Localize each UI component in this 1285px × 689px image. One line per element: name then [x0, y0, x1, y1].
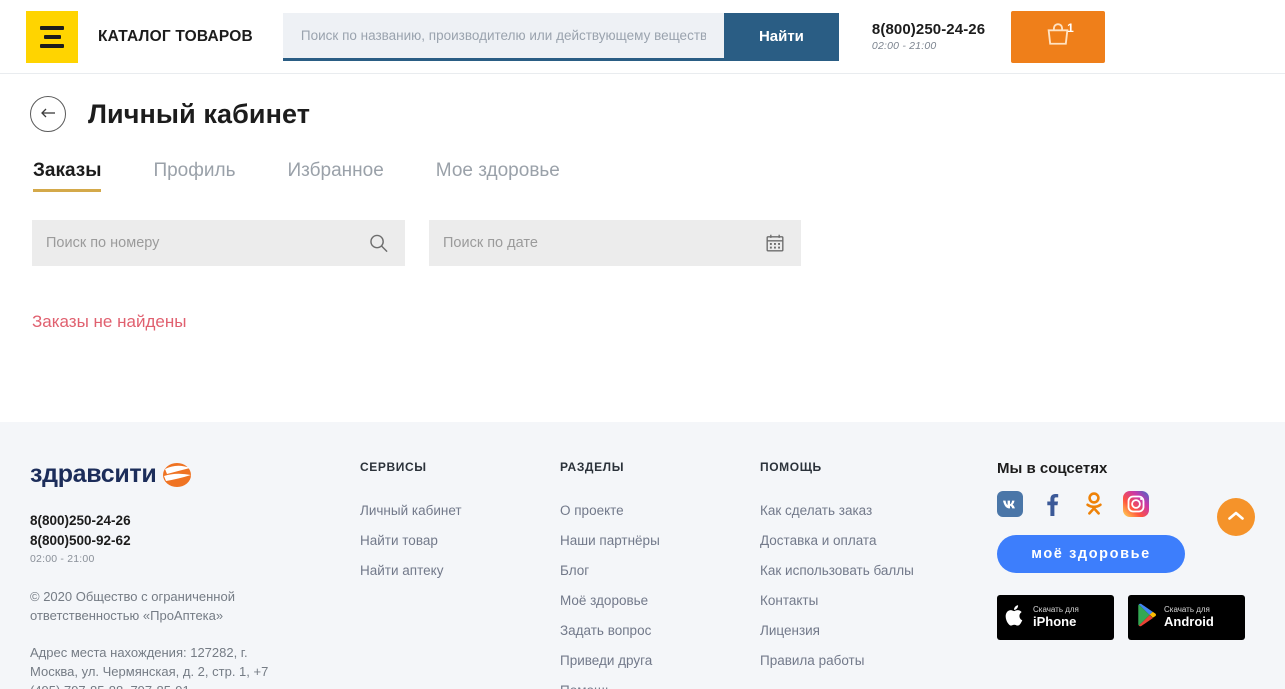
footer-phone-2[interactable]: 8(800)500-92-62 — [30, 531, 360, 551]
footer-link-help[interactable]: Помощь — [560, 676, 760, 689]
download-iphone-button[interactable]: Скачать для iPhone — [997, 595, 1114, 640]
footer-link-use-points[interactable]: Как использовать баллы — [760, 556, 985, 586]
calendar-icon[interactable] — [765, 233, 785, 253]
google-play-icon — [1136, 603, 1157, 632]
footer-link-rules[interactable]: Правила работы — [760, 646, 985, 676]
footer-column-help: ПОМОЩЬ Как сделать заказ Доставка и опла… — [760, 460, 985, 689]
catalog-label[interactable]: КАТАЛОГ ТОВАРОВ — [98, 28, 253, 46]
footer-hours: 02:00 - 21:00 — [30, 553, 95, 565]
back-button[interactable] — [30, 96, 66, 132]
search-icon[interactable] — [368, 233, 389, 254]
footer-heading-sections: РАЗДЕЛЫ — [560, 460, 625, 474]
cart-count-badge: 1 — [1067, 20, 1074, 35]
footer-column-services: СЕРВИСЫ Личный кабинет Найти товар Найти… — [360, 460, 560, 689]
footer-link-license[interactable]: Лицензия — [760, 616, 985, 646]
footer-link-delivery-payment[interactable]: Доставка и оплата — [760, 526, 985, 556]
site-header: КАТАЛОГ ТОВАРОВ Найти 8(800)250-24-26 02… — [0, 0, 1285, 74]
footer-social-column: Мы в соцсетях моё здоровье Скачать для i… — [985, 460, 1255, 689]
android-badge-text: Скачать для Android — [1164, 605, 1214, 629]
site-footer: здравсити 8(800)250-24-26 8(800)500-92-6… — [0, 422, 1285, 689]
order-number-input[interactable] — [32, 220, 405, 266]
iphone-badge-main: iPhone — [1033, 613, 1077, 629]
header-phone-hours: 02:00 - 21:00 — [871, 40, 937, 52]
footer-link-blog[interactable]: Блог — [560, 556, 760, 586]
order-date-input[interactable] — [429, 220, 801, 266]
hamburger-menu-icon[interactable] — [26, 10, 78, 63]
footer-logo-text: здравсити — [30, 460, 157, 488]
scroll-to-top-button[interactable] — [1217, 498, 1255, 536]
header-phone-number[interactable]: 8(800)250-24-26 — [872, 21, 985, 38]
footer-link-find-product[interactable]: Найти товар — [360, 526, 560, 556]
footer-link-contacts[interactable]: Контакты — [760, 586, 985, 616]
footer-heading-services: СЕРВИСЫ — [360, 460, 427, 474]
footer-brand-column: здравсити 8(800)250-24-26 8(800)500-92-6… — [30, 460, 360, 689]
footer-logo[interactable]: здравсити — [30, 460, 360, 489]
my-health-button[interactable]: моё здоровье — [997, 535, 1185, 573]
page-title: Личный кабинет — [88, 98, 311, 129]
facebook-icon[interactable] — [1039, 491, 1065, 517]
search-button[interactable]: Найти — [723, 12, 839, 61]
page-header-row: Личный кабинет — [30, 74, 1255, 132]
tab-profile[interactable]: Профиль — [153, 160, 235, 192]
footer-copyright: © 2020 Общество с ограниченной ответстве… — [30, 589, 235, 623]
order-number-filter — [32, 220, 405, 266]
iphone-badge-text: Скачать для iPhone — [1033, 605, 1079, 629]
chevron-up-icon — [1227, 510, 1245, 525]
cart-button[interactable]: 1 — [1011, 10, 1106, 63]
android-badge-main: Android — [1164, 613, 1214, 629]
footer-link-partners[interactable]: Наши партнёры — [560, 526, 760, 556]
order-filters — [30, 220, 1255, 266]
footer-link-ask-question[interactable]: Задать вопрос — [560, 616, 760, 646]
account-tabs: Заказы Профиль Избранное Мое здоровье — [30, 160, 1255, 192]
download-android-button[interactable]: Скачать для Android — [1128, 595, 1245, 640]
main-content: Личный кабинет Заказы Профиль Избранное … — [0, 74, 1285, 422]
footer-link-refer-friend[interactable]: Приведи друга — [560, 646, 760, 676]
header-search: Найти — [282, 12, 839, 61]
app-store-badges: Скачать для iPhone Скачать для Android — [997, 595, 1255, 640]
search-input[interactable] — [282, 12, 724, 61]
vk-icon[interactable] — [997, 491, 1023, 517]
footer-phone-1[interactable]: 8(800)250-24-26 — [30, 511, 360, 531]
empty-orders-message: Заказы не найдены — [32, 312, 187, 331]
footer-link-about[interactable]: О проекте — [560, 496, 760, 526]
footer-link-my-health[interactable]: Моё здоровье — [560, 586, 760, 616]
order-date-filter — [429, 220, 801, 266]
apple-icon — [1005, 603, 1026, 633]
tab-favorites[interactable]: Избранное — [287, 160, 383, 192]
orange-sphere-logo-icon — [160, 462, 194, 488]
footer-link-find-pharmacy[interactable]: Найти аптеку — [360, 556, 560, 586]
footer-phones: 8(800)250-24-26 8(800)500-92-62 02:00 - … — [30, 511, 360, 565]
footer-link-how-to-order[interactable]: Как сделать заказ — [760, 496, 985, 526]
header-phone-block: 8(800)250-24-26 02:00 - 21:00 — [872, 21, 985, 52]
tab-orders[interactable]: Заказы — [33, 160, 102, 192]
instagram-icon[interactable] — [1123, 491, 1149, 517]
footer-link-account[interactable]: Личный кабинет — [360, 496, 560, 526]
arrow-left-icon — [40, 106, 56, 123]
odnoklassniki-icon[interactable] — [1081, 491, 1107, 517]
tab-my-health[interactable]: Мое здоровье — [436, 160, 560, 192]
footer-column-sections: РАЗДЕЛЫ О проекте Наши партнёры Блог Моё… — [560, 460, 760, 689]
footer-heading-help: ПОМОЩЬ — [760, 460, 822, 474]
social-title: Мы в соцсетях — [997, 460, 1108, 477]
footer-address: Адрес места нахождения: 127282, г. Москв… — [30, 645, 269, 689]
